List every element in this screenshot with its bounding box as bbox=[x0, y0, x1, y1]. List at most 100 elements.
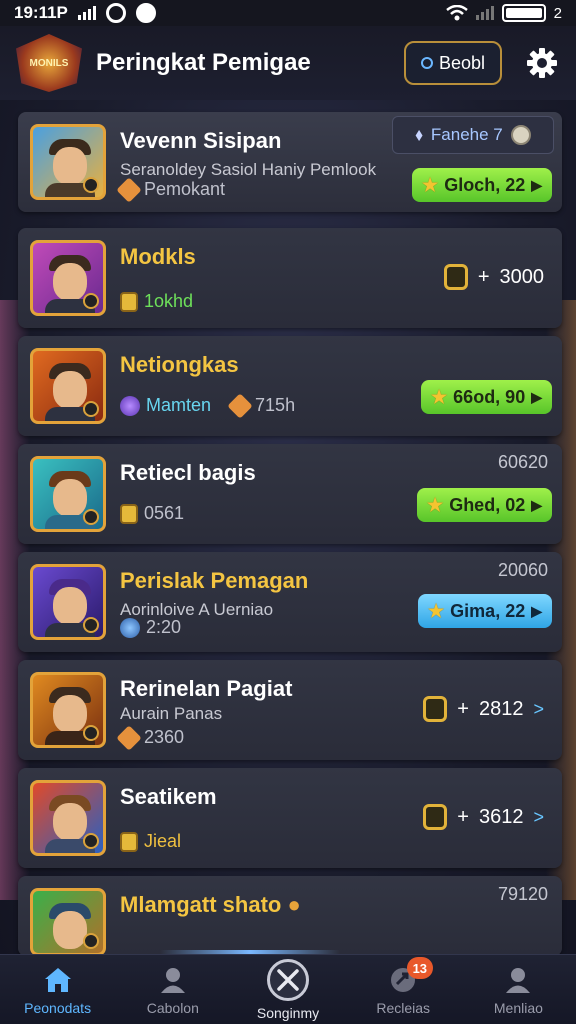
leaderboard-row[interactable]: Perislak Pemagan 20060 Aorinloive A Uern… bbox=[18, 552, 562, 652]
player-meta: Mamten 715h bbox=[120, 392, 296, 419]
trophy-coin-icon bbox=[423, 804, 448, 830]
coin-icon bbox=[120, 291, 138, 312]
player-name: Retiecl bagis bbox=[120, 460, 256, 485]
reward-label: Gima, 22 bbox=[450, 600, 526, 621]
star-icon: ★ bbox=[422, 174, 439, 195]
nav-label: Recleias bbox=[376, 999, 431, 1016]
player-score: + 3612 > bbox=[423, 804, 544, 830]
player-meta-text: 0561 bbox=[144, 503, 185, 523]
player-meta: 0561 bbox=[120, 503, 184, 524]
leaderboard-row[interactable]: Retiecl bagis 60620 0561 ★ Ghed, 02 ▶ bbox=[18, 444, 562, 544]
player-name: Rerinelan Pagiat bbox=[120, 676, 293, 701]
nav-item-recleias[interactable]: Recleias 13 bbox=[346, 955, 461, 1024]
player-meta: 2:20 bbox=[120, 617, 181, 638]
gem-icon bbox=[116, 724, 142, 751]
player-meta-text: 1okhd bbox=[144, 291, 194, 311]
player-name: Modkls bbox=[120, 244, 196, 269]
player-meta: Pemokant bbox=[116, 176, 226, 203]
leaderboard-row[interactable]: Mlamgatt shato ● 79120 bbox=[18, 876, 562, 956]
player-avatar bbox=[30, 348, 106, 424]
player-meta: Jieal bbox=[120, 831, 181, 852]
player-avatar bbox=[30, 888, 106, 956]
nav-item-cabolon[interactable]: Cabolon bbox=[115, 955, 230, 1024]
player-meta-text: Pemokant bbox=[144, 179, 226, 199]
nav-item-home[interactable]: Peonodats bbox=[0, 955, 115, 1024]
player-name-text: Mlamgatt shato bbox=[120, 892, 282, 917]
player-score: + 3000 bbox=[443, 264, 545, 290]
score-value: 3000 bbox=[499, 265, 545, 288]
battery-icon bbox=[501, 4, 546, 22]
reward-label: Ghed, 02 bbox=[449, 494, 526, 515]
player-avatar bbox=[30, 240, 106, 316]
player-meta: 2360 bbox=[116, 724, 185, 751]
player-name: Perislak Pemagan bbox=[120, 568, 309, 593]
notification-icon bbox=[135, 3, 156, 23]
leaderboard-row[interactable]: Modkls 1okhd + 3000 bbox=[18, 228, 562, 328]
play-arrow-icon: ▶ bbox=[531, 176, 542, 193]
player-avatar bbox=[30, 124, 106, 200]
nav-item-menliao[interactable]: Menliao bbox=[461, 955, 576, 1024]
plus-icon: + bbox=[477, 265, 490, 288]
leaderboard-row[interactable]: Vevenn Sisipan Seranoldey Sasiol Haniy P… bbox=[18, 112, 562, 212]
reward-pill[interactable]: ★ Gima, 22 ▶ bbox=[418, 594, 552, 628]
player-points: 79120 bbox=[497, 884, 548, 904]
player-name: Seatikem bbox=[120, 784, 217, 809]
cell-signal-icon bbox=[475, 6, 494, 20]
reward-label: Gloch, 22 bbox=[444, 174, 526, 195]
profile-icon bbox=[501, 964, 535, 996]
battery-level: 2 bbox=[553, 4, 562, 22]
home-icon bbox=[41, 964, 75, 996]
player-name: Mlamgatt shato ● bbox=[120, 892, 301, 918]
trophy-coin-icon bbox=[443, 264, 468, 290]
rank-chip[interactable]: ⬧ Fanehe 7 bbox=[392, 116, 554, 154]
leaderboard-row[interactable]: Seatikem Jieal + 3612 > bbox=[18, 768, 562, 868]
nav-label: Songinmy bbox=[256, 1004, 320, 1021]
player-meta-text: Mamten bbox=[146, 395, 212, 415]
player-meta: 1okhd bbox=[120, 291, 193, 312]
header-action-button[interactable]: Beobl bbox=[404, 41, 502, 85]
gem-icon bbox=[227, 392, 253, 419]
settings-gear-icon[interactable] bbox=[524, 45, 560, 81]
score-value: 3612 bbox=[478, 805, 524, 828]
wifi-icon bbox=[445, 5, 468, 21]
chevron-right-icon: > bbox=[533, 698, 544, 719]
signal-icon bbox=[77, 6, 96, 20]
leaderboard-row[interactable]: Rerinelan Pagiat Aurain Panas 2360 + 281… bbox=[18, 660, 562, 760]
player-name: Netiongkas bbox=[120, 352, 239, 377]
star-icon: ★ bbox=[428, 600, 445, 621]
user-icon bbox=[156, 964, 190, 996]
trophy-coin-icon bbox=[423, 696, 448, 722]
nav-label: Peonodats bbox=[24, 999, 92, 1016]
arrow-icon: ⬧ bbox=[415, 125, 423, 144]
status-bar: 19:11P 2 bbox=[0, 0, 576, 26]
play-arrow-icon: ▶ bbox=[531, 388, 542, 405]
ball-icon bbox=[510, 125, 531, 145]
leaderboard-list: Vevenn Sisipan Seranoldey Sasiol Haniy P… bbox=[18, 112, 562, 964]
coin-emoji-icon: ● bbox=[287, 892, 301, 917]
coin-icon bbox=[120, 503, 138, 524]
player-points: 20060 bbox=[497, 560, 548, 580]
chat-icon bbox=[105, 3, 126, 23]
orb-icon bbox=[120, 395, 140, 416]
reward-pill[interactable]: ★ Gloch, 22 ▶ bbox=[412, 168, 552, 202]
bottom-navigation: Peonodats Cabolon Songinmy Recleias 13 M… bbox=[0, 954, 576, 1024]
player-meta-text: 2360 bbox=[144, 727, 185, 747]
reward-pill[interactable]: ★ 66od, 90 ▶ bbox=[421, 380, 552, 414]
reward-pill[interactable]: ★ Ghed, 02 ▶ bbox=[417, 488, 552, 522]
player-avatar bbox=[30, 564, 106, 640]
player-meta-text: 715h bbox=[255, 395, 296, 415]
player-subtitle: Seranoldey Sasiol Haniy Pemlook bbox=[120, 160, 377, 179]
play-arrow-icon: ▶ bbox=[531, 496, 542, 513]
plus-icon: + bbox=[457, 697, 469, 720]
rank-chip-label: Fanehe 7 bbox=[430, 125, 503, 144]
player-avatar bbox=[30, 456, 106, 532]
player-avatar bbox=[30, 780, 106, 856]
coin-icon bbox=[120, 831, 138, 852]
game-logo: MONILS bbox=[16, 34, 82, 92]
play-arrow-icon: ▶ bbox=[531, 602, 542, 619]
nav-item-songinmy[interactable]: Songinmy bbox=[230, 955, 345, 1024]
gem-icon bbox=[116, 176, 142, 203]
leaderboard-row[interactable]: Netiongkas Mamten 715h ★ 66od, 90 ▶ bbox=[18, 336, 562, 436]
nav-label: Menliao bbox=[493, 999, 543, 1016]
status-time: 19:11P bbox=[14, 3, 68, 22]
